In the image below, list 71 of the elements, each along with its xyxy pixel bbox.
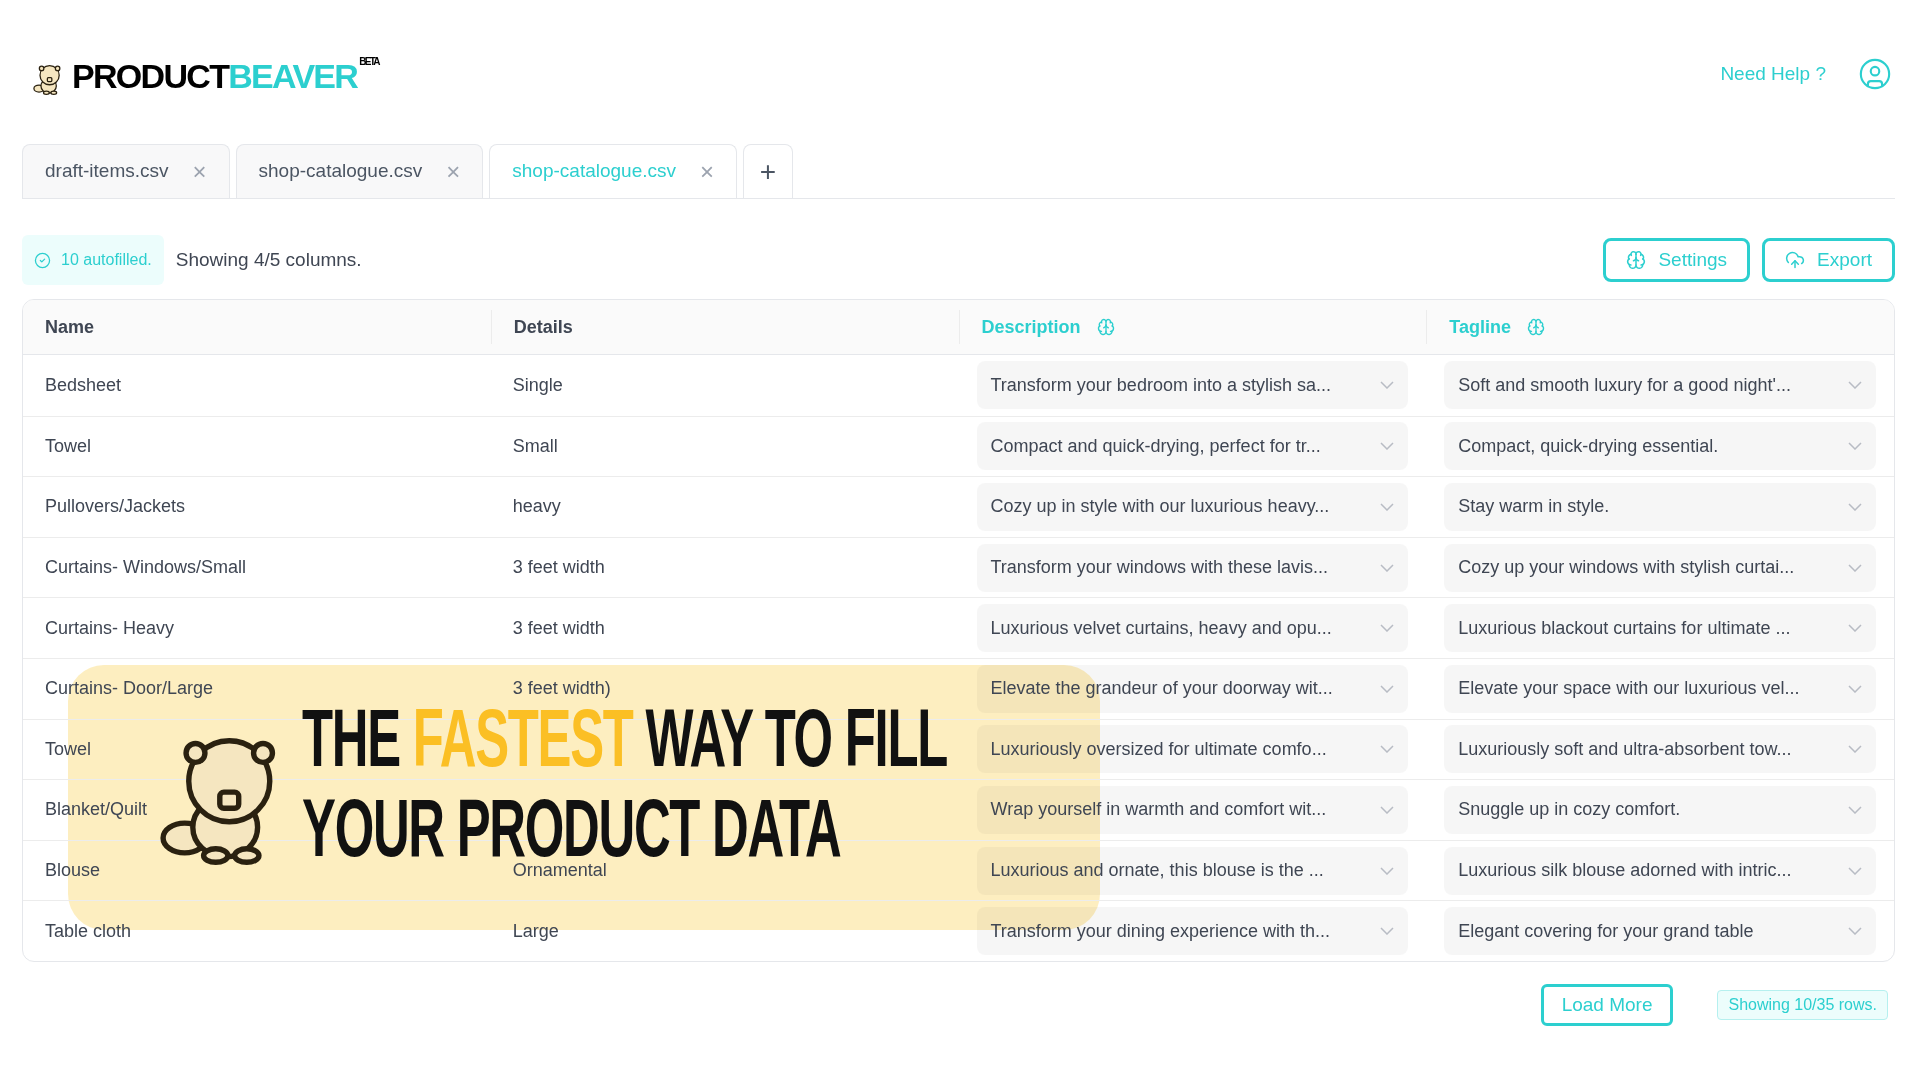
- dropdown-field[interactable]: Elevate the grandeur of your doorway wit...: [976, 664, 1409, 713]
- table-cell-text: Curtains- Door/Large: [44, 677, 215, 701]
- chevron-down-icon: [1848, 866, 1862, 875]
- dropdown-field[interactable]: Soft and smooth luxury for a good night'...: [1444, 361, 1876, 410]
- dropdown-field[interactable]: Stay warm in style.: [1444, 483, 1876, 531]
- autofilled-text: 10 autofilled.: [61, 250, 152, 270]
- table-cell-text: 3 feet width: [511, 616, 606, 640]
- table-cell-text: Towel: [44, 434, 93, 458]
- dropdown-field[interactable]: Luxurious silk blouse adorned with intric...: [1444, 846, 1876, 895]
- dropdown-field[interactable]: Luxuriously soft and ultra-absorbent tow...: [1444, 725, 1876, 774]
- table-cell-text: 3 feet width: [511, 556, 606, 580]
- chevron-down-icon: [1848, 442, 1862, 451]
- chevron-down-icon: [1380, 684, 1395, 693]
- new-tab-button[interactable]: +: [743, 144, 793, 198]
- chevron-down-icon: [1848, 684, 1862, 693]
- table-cell-text: Blouse: [44, 859, 102, 883]
- dropdown-field[interactable]: Cozy up in style with our luxurious heavy...: [976, 483, 1409, 531]
- column-header: Description: [981, 315, 1081, 339]
- table-cell-text: Single: [511, 373, 564, 397]
- chevron-down-icon: [1848, 503, 1862, 511]
- chevron-down-icon: [1380, 503, 1395, 511]
- dropdown-field[interactable]: Transform your windows with these lavis...: [976, 543, 1409, 592]
- brain-icon: [1626, 250, 1647, 270]
- table-cell-text: Large: [511, 919, 560, 943]
- column-header: Tagline: [1449, 315, 1511, 339]
- chevron-down-icon: [1848, 805, 1862, 814]
- table-cell-text: Towel: [44, 737, 93, 761]
- chevron-down-icon: [1380, 381, 1395, 390]
- cloud-upload-icon: [1785, 250, 1806, 270]
- chevron-down-icon: [1848, 745, 1862, 754]
- chevron-down-icon: [1380, 442, 1395, 451]
- user-avatar-icon[interactable]: [1858, 57, 1892, 91]
- chevron-down-icon: [1848, 381, 1862, 390]
- dropdown-field[interactable]: Luxurious and ornate, this blouse is the ...: [976, 846, 1409, 895]
- dropdown-field[interactable]: Luxurious blackout curtains for ultimate ...: [1444, 604, 1876, 653]
- chevron-down-icon: [1848, 624, 1862, 633]
- chevron-down-icon: [1380, 563, 1395, 572]
- dropdown-field[interactable]: Snuggle up in cozy comfort.: [1444, 785, 1876, 834]
- columns-note: Showing 4/5 columns.: [175, 247, 362, 272]
- chevron-down-icon: [1380, 805, 1395, 814]
- dropdown-field[interactable]: Luxurious velvet curtains, heavy and opu...: [976, 604, 1409, 653]
- table-cell-text: 3 feet width): [511, 677, 612, 701]
- dropdown-field[interactable]: Compact and quick-drying, perfect for tr...: [976, 422, 1409, 471]
- chevron-down-icon: [1380, 624, 1395, 633]
- chevron-down-icon: [1380, 866, 1395, 875]
- table-cell-text: Bedsheet: [44, 373, 123, 397]
- column-header: Name: [45, 315, 95, 339]
- column-header: Details: [513, 315, 573, 339]
- chevron-down-icon: [1848, 927, 1862, 936]
- file-tab[interactable]: shop-catalogue.csv ×: [235, 144, 484, 198]
- table-cell-text: Table cloth: [44, 919, 133, 943]
- dropdown-field[interactable]: Compact, quick-drying essential.: [1444, 422, 1876, 471]
- dropdown-field[interactable]: Wrap yourself in warmth and comfort wit...: [976, 785, 1409, 834]
- check-circle-icon: [34, 251, 51, 269]
- table-cell-text: Small: [511, 434, 559, 458]
- table-cell-text: Curtains- Heavy: [44, 616, 176, 640]
- table-cell-text: Blanket/Quilt: [44, 798, 149, 822]
- rows-note: Showing 10/35 rows.: [1717, 989, 1888, 1020]
- table-cell-text: heavy: [511, 495, 562, 519]
- dropdown-field[interactable]: Elevate your space with our luxurious vel...: [1444, 664, 1876, 713]
- chevron-down-icon: [1380, 927, 1395, 936]
- chevron-down-icon: [1380, 745, 1395, 754]
- dropdown-field[interactable]: Transform your bedroom into a stylish sa...: [976, 361, 1409, 410]
- dropdown-field[interactable]: Transform your dining experience with th...: [976, 907, 1409, 956]
- table-cell-text: Curtains- Windows/Small: [44, 556, 248, 580]
- dropdown-field[interactable]: Elegant covering for your grand table: [1444, 907, 1876, 956]
- chevron-down-icon: [1848, 563, 1862, 572]
- dropdown-field[interactable]: Luxuriously oversized for ultimate comfo...: [976, 725, 1409, 774]
- file-tab[interactable]: draft-items.csv ×: [22, 144, 230, 198]
- dropdown-field[interactable]: Cozy up your windows with stylish curtai...: [1444, 543, 1876, 592]
- table-cell-text: Pullovers/Jackets: [44, 495, 187, 519]
